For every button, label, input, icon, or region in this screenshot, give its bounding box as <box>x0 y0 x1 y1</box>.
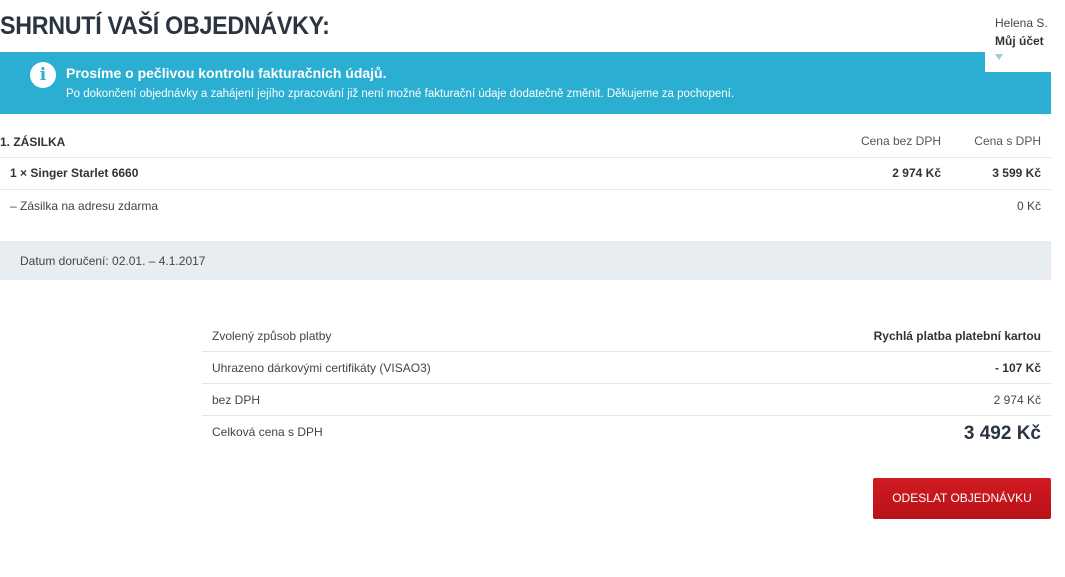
account-name: Helena S. <box>995 16 1048 30</box>
billing-notice: i Prosíme o pečlivou kontrolu fakturační… <box>0 52 1051 114</box>
info-icon: i <box>30 62 56 88</box>
item-net-price: 2 974 Kč <box>892 166 941 180</box>
net-price-value: 2 974 Kč <box>993 393 1041 407</box>
shipping-name: – Zásilka na adresu zdarma <box>10 199 159 213</box>
column-header-gross-price: Cena s DPH <box>974 134 1041 148</box>
account-menu[interactable]: Helena S. Můj účet <box>985 0 1051 72</box>
my-account-link[interactable]: Můj účet <box>995 34 1044 48</box>
payment-method-value: Rychlá platba platební kartou <box>873 329 1041 343</box>
submit-order-button[interactable]: ODESLAT OBJEDNÁVKU <box>873 478 1051 519</box>
table-row: 1 × Singer Starlet 6660 2 974 Kč 3 599 K… <box>0 158 1051 190</box>
net-price-label: bez DPH <box>212 393 261 407</box>
page-title: SHRNUTÍ VAŠÍ OBJEDNÁVKY: <box>0 12 330 40</box>
summary-row-total: Celková cena s DPH 3 492 Kč <box>202 416 1051 456</box>
total-price-value: 3 492 Kč <box>963 423 1041 444</box>
delivery-date-bar: Datum doručení: 02.01. – 4.1.2017 <box>0 241 1051 280</box>
item-gross-price: 3 599 Kč <box>992 166 1041 180</box>
summary-row-payment: Zvolený způsob platby Rychlá platba plat… <box>202 320 1051 352</box>
summary-row-net: bez DPH 2 974 Kč <box>202 384 1051 416</box>
chevron-down-icon[interactable] <box>995 54 1003 60</box>
notice-heading: Prosíme o pečlivou kontrolu fakturačních… <box>66 65 387 81</box>
shipment-title: 1. ZÁSILKA <box>0 135 66 149</box>
shipping-price: 0 Kč <box>1016 199 1041 213</box>
payment-method-label: Zvolený způsob platby <box>212 329 332 343</box>
voucher-label: Uhrazeno dárkovými certifikáty (VISAO3) <box>212 361 431 375</box>
voucher-value: - 107 Kč <box>994 361 1041 375</box>
notice-text: Po dokončení objednávky a zahájení jejíh… <box>66 88 735 100</box>
order-summary: Zvolený způsob platby Rychlá platba plat… <box>202 320 1051 456</box>
total-price-label: Celková cena s DPH <box>212 425 323 439</box>
shipment-header: 1. ZÁSILKA Cena bez DPH Cena s DPH <box>0 126 1051 158</box>
delivery-date: Datum doručení: 02.01. – 4.1.2017 <box>20 254 206 268</box>
summary-row-voucher: Uhrazeno dárkovými certifikáty (VISAO3) … <box>202 352 1051 384</box>
item-name: 1 × Singer Starlet 6660 <box>10 166 139 180</box>
shipping-row: – Zásilka na adresu zdarma 0 Kč <box>0 190 1051 222</box>
column-header-net-price: Cena bez DPH <box>860 134 941 148</box>
